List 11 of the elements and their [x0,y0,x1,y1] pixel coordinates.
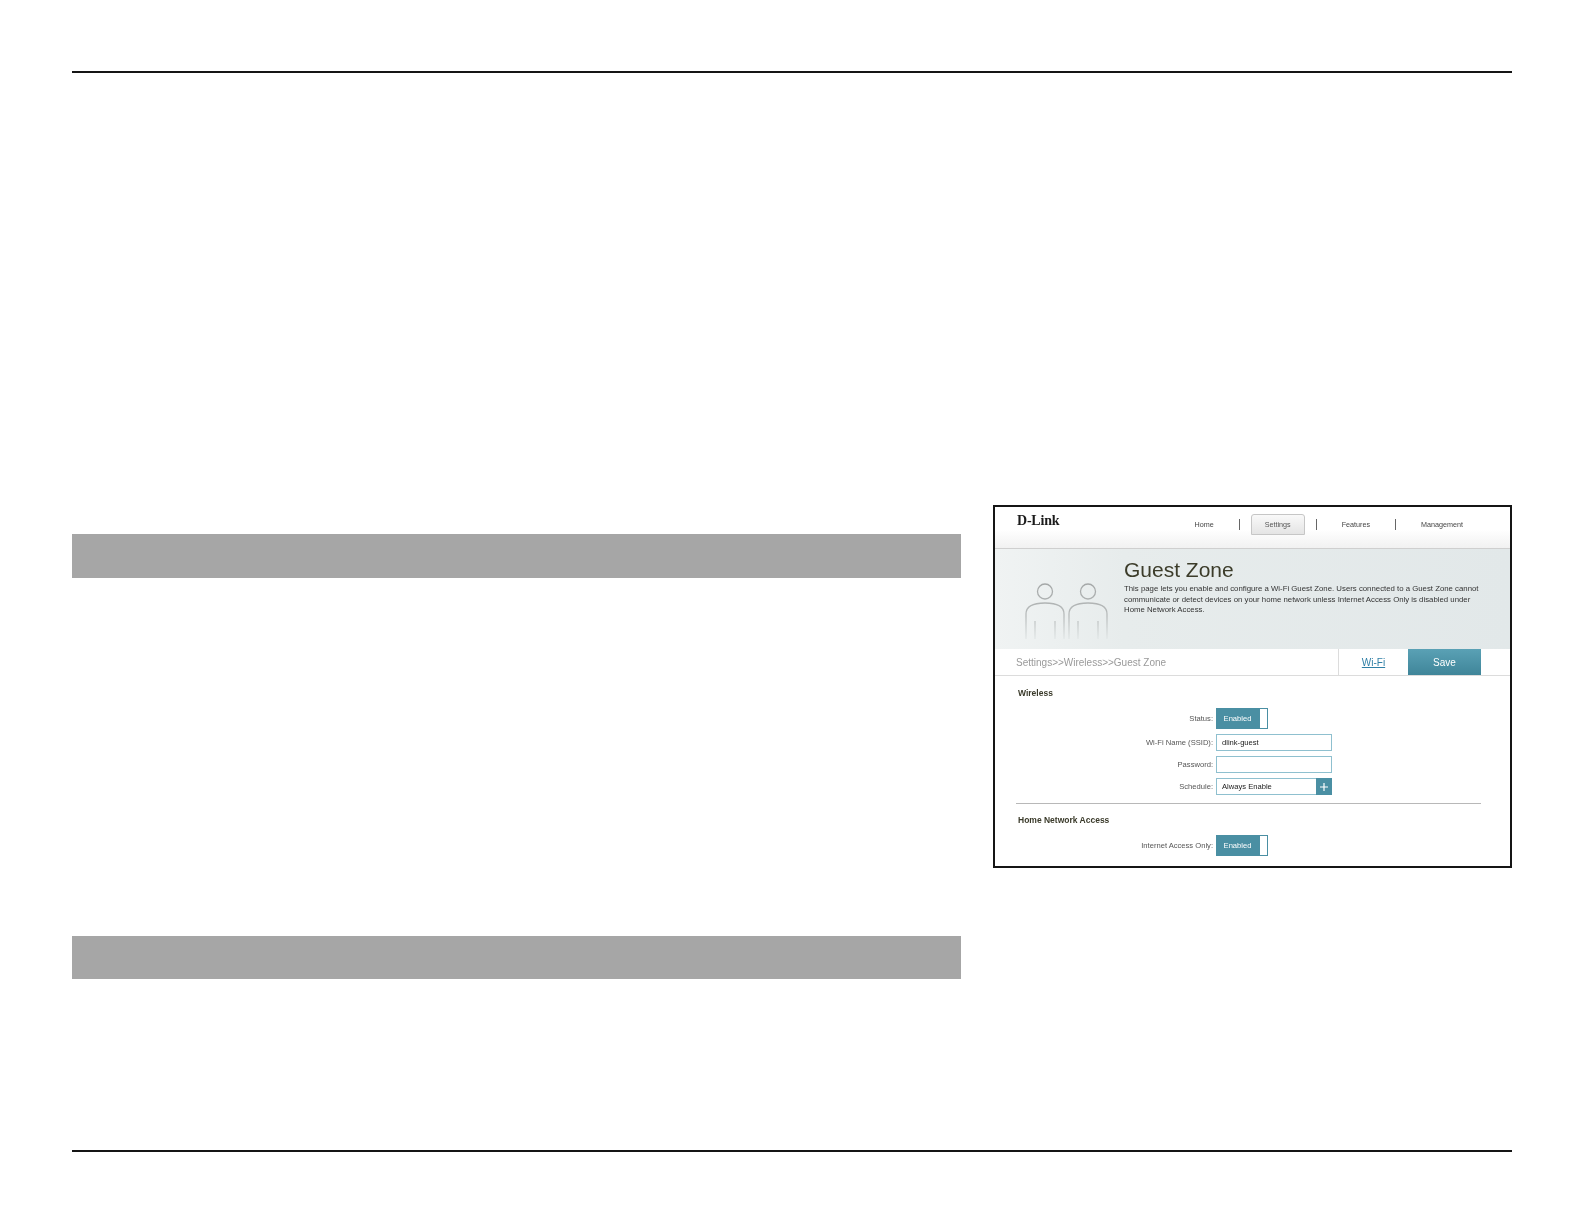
plus-icon [1320,782,1328,791]
section-title: Wireless [1018,688,1054,698]
page-title: Guest Zone [1124,558,1235,582]
breadcrumb: Settings>>Wireless>>Guest Zone [1016,656,1168,668]
logo-text: D-Link [1017,513,1060,529]
users-icon [1025,583,1109,639]
section-title: Home Network Access [1018,815,1111,825]
password-field[interactable] [1216,756,1332,773]
save-button[interactable]: Save [1408,649,1481,675]
add-button[interactable] [1316,778,1332,795]
wifi-link[interactable]: Wi-Fi [1361,656,1386,668]
